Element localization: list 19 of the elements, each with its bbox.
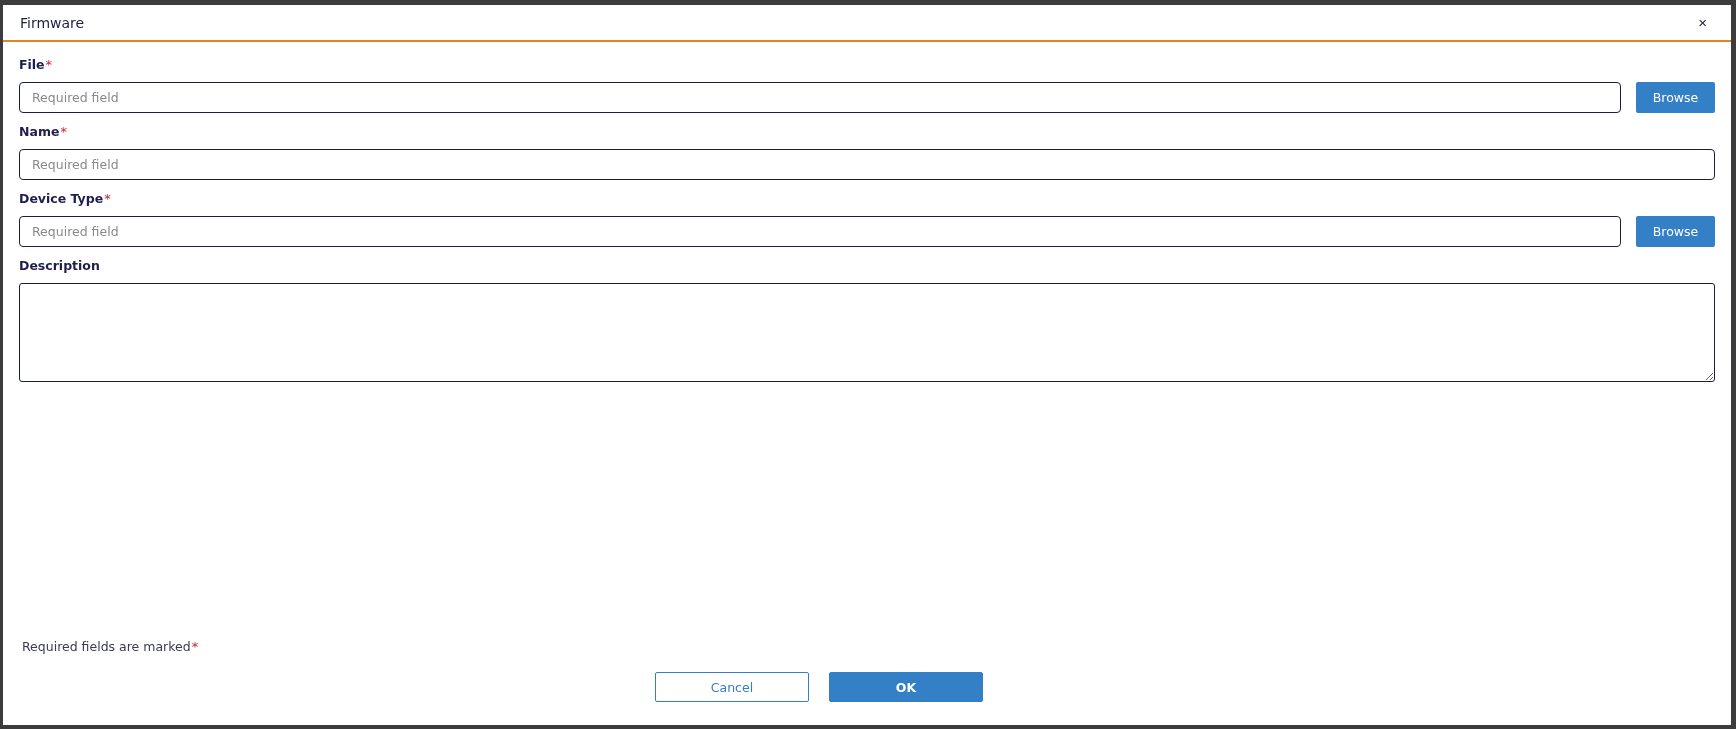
footnote-text: Required fields are marked [22, 639, 191, 654]
required-mark: * [45, 56, 53, 72]
field-label: Description [19, 257, 100, 273]
browse-button[interactable]: Browse [1636, 216, 1715, 247]
ok-button[interactable]: OK [829, 672, 983, 702]
input-field[interactable]: Required field [19, 149, 1715, 180]
required-mark: * [104, 190, 111, 206]
cancel-button[interactable]: Cancel [655, 672, 809, 702]
dialog-title: Firmware [20, 14, 85, 31]
required-mark: * [60, 123, 67, 139]
input-field[interactable]: Required field [19, 216, 1621, 247]
required-mark: * [191, 639, 199, 654]
field-label: Name [19, 123, 60, 139]
close-button[interactable]: × [1694, 14, 1711, 31]
input-field[interactable]: Required field [19, 82, 1621, 113]
browse-button[interactable]: Browse [1636, 82, 1715, 113]
field-label: File [19, 56, 45, 72]
description-field[interactable] [19, 283, 1715, 382]
field-label: Device Type [19, 190, 104, 206]
